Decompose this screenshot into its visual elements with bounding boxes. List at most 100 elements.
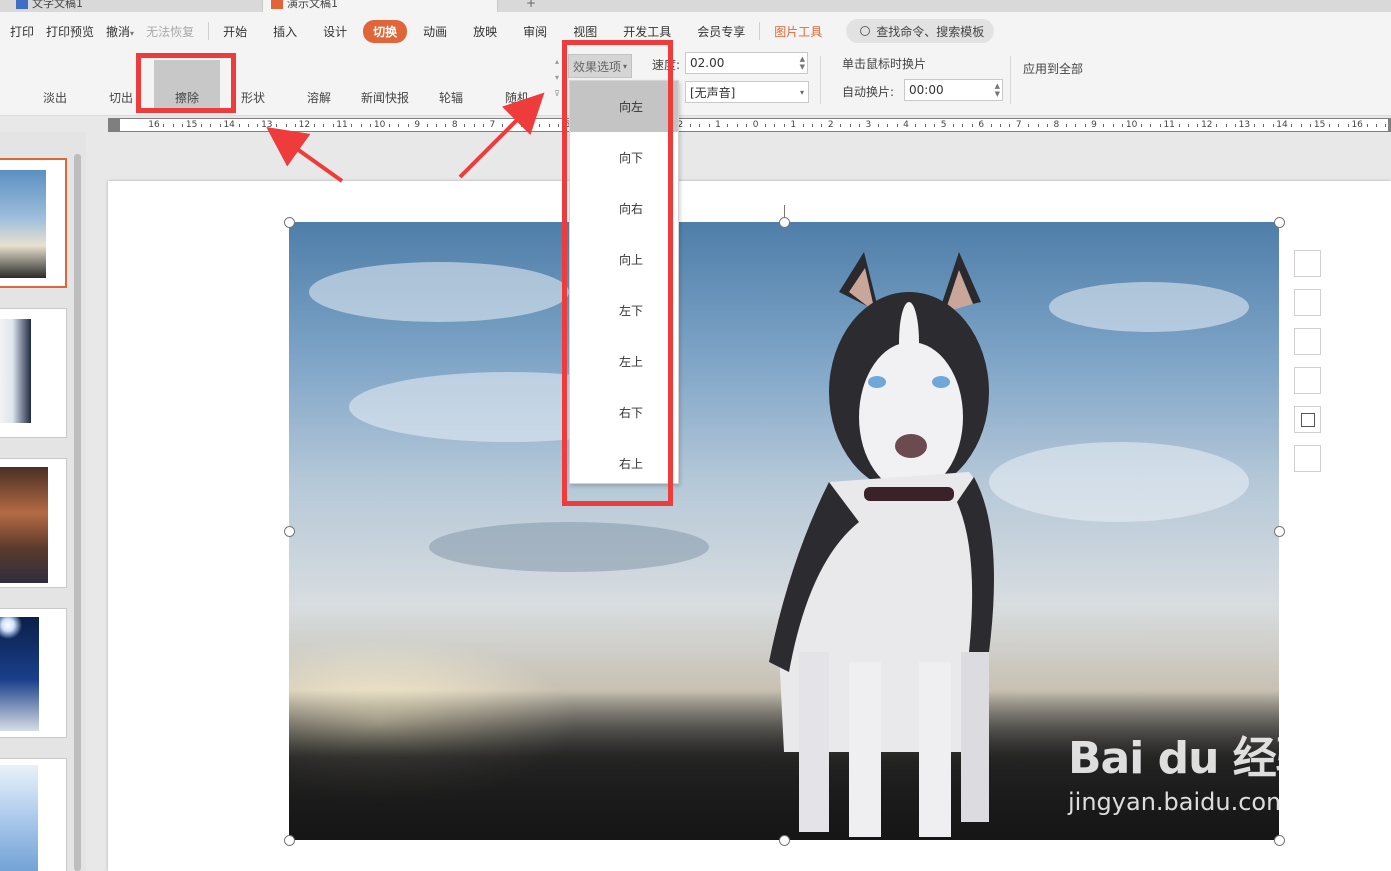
- ruler-tick: [295, 124, 296, 127]
- tab-transition[interactable]: 切换: [363, 19, 408, 43]
- thumbnail-scrollbar[interactable]: [74, 154, 81, 871]
- tab-developer[interactable]: 开发工具: [617, 23, 677, 40]
- effect-fade[interactable]: 淡出: [22, 60, 88, 112]
- ruler-tick: [219, 124, 221, 127]
- float-tool-button[interactable]: [1294, 445, 1321, 472]
- ruler-tick: [1188, 124, 1189, 127]
- spinner-icon[interactable]: ▲ ▼: [995, 82, 1000, 98]
- resize-handle[interactable]: [779, 217, 790, 228]
- ruler-tick: [859, 124, 860, 127]
- slide-thumbnail[interactable]: [0, 608, 67, 738]
- auto-advance-input[interactable]: 00:00 ▲ ▼: [904, 79, 1003, 101]
- effect-dissolve[interactable]: 溶解: [286, 60, 352, 112]
- ruler-tick: [1009, 124, 1011, 127]
- image-convert-button[interactable]: [1294, 406, 1321, 433]
- effect-random[interactable]: 随机: [484, 60, 550, 112]
- float-tool-button[interactable]: [1294, 289, 1321, 316]
- tab-animation[interactable]: 动画: [417, 23, 453, 40]
- tab-review[interactable]: 审阅: [517, 23, 553, 40]
- resize-handle[interactable]: [284, 526, 295, 537]
- command-search[interactable]: 查找命令、搜索模板: [846, 19, 995, 43]
- ruler-tick: [877, 124, 879, 127]
- ruler-number: 14: [1276, 120, 1288, 130]
- float-tool-button[interactable]: [1294, 367, 1321, 394]
- float-tool-button[interactable]: [1294, 328, 1321, 355]
- effect-wheel[interactable]: 轮辐: [418, 60, 484, 112]
- ruler-number: 3: [865, 120, 872, 130]
- cloud-shape: [429, 522, 709, 572]
- slide-thumbnail[interactable]: [0, 758, 67, 871]
- document-tab-label: 文字文稿1: [32, 0, 83, 10]
- ruler-number: 13: [1238, 120, 1251, 130]
- ruler-tick: [1300, 124, 1302, 127]
- ruler-tick: [313, 124, 315, 127]
- undo-label: 撤消: [106, 24, 131, 39]
- tab-design[interactable]: 设计: [317, 23, 353, 40]
- resize-handle[interactable]: [1274, 835, 1285, 846]
- resize-handle[interactable]: [779, 835, 790, 846]
- ruler-number: 6: [527, 120, 533, 130]
- tab-view[interactable]: 视图: [567, 23, 603, 40]
- sound-select[interactable]: [无声音] ▾: [685, 81, 809, 103]
- tab-slideshow[interactable]: 放映: [467, 23, 503, 40]
- ruler-number: 7: [1015, 120, 1022, 130]
- ruler-tick: [257, 124, 259, 127]
- ruler-tick: [370, 124, 372, 127]
- resize-handle[interactable]: [284, 835, 295, 846]
- float-tool-button[interactable]: [1294, 250, 1321, 277]
- ruler-tick: [332, 124, 334, 127]
- watermark-url: jingyan.baidu.com: [1068, 788, 1290, 816]
- spinner-icon[interactable]: ▲ ▼: [800, 55, 805, 71]
- speed-input[interactable]: 02.00 ▲ ▼: [685, 52, 808, 74]
- slide-thumbnail[interactable]: [0, 158, 67, 288]
- ruler-tick: [1150, 124, 1152, 127]
- ruler-number: 1: [790, 120, 797, 130]
- tab-start[interactable]: 开始: [217, 23, 253, 40]
- on-click-advance-checkbox[interactable]: 单击鼠标时换片: [842, 55, 926, 72]
- slide-thumbnail-panel: [0, 132, 86, 871]
- ruler-tick: [736, 124, 738, 127]
- ruler-tick: [360, 124, 362, 127]
- ruler-tick: [1141, 124, 1142, 127]
- redo-button[interactable]: 无法恢复: [140, 23, 200, 40]
- tab-insert[interactable]: 插入: [267, 23, 303, 40]
- print-preview-button[interactable]: 打印预览: [40, 23, 100, 40]
- document-tab-writer[interactable]: 文字文稿1: [8, 0, 91, 12]
- thumbnail-image: [0, 467, 48, 583]
- ruler-tick: [1103, 124, 1105, 127]
- ruler-tick: [238, 124, 240, 127]
- slide-thumbnail[interactable]: [0, 458, 67, 588]
- thumbnail-image: [0, 617, 39, 731]
- new-tab-button[interactable]: +: [526, 0, 536, 10]
- ruler-tick: [1253, 124, 1255, 127]
- ruler-tick: [1178, 124, 1180, 127]
- slide-thumbnail[interactable]: [0, 308, 67, 438]
- print-button[interactable]: 打印: [4, 23, 40, 40]
- ruler-tick: [746, 124, 748, 127]
- annotation-box-wipe: [136, 53, 236, 113]
- ruler-tick: [812, 124, 813, 127]
- ruler-tick: [971, 124, 973, 127]
- tab-picture-tools[interactable]: 图片工具: [768, 23, 828, 40]
- undo-button[interactable]: 撤消▾: [100, 23, 140, 40]
- ruler-tick: [1084, 124, 1086, 127]
- document-tab-presentation[interactable]: 演示文稿1: [262, 0, 498, 12]
- apply-to-all-button[interactable]: 应用到全部: [1023, 60, 1083, 77]
- sound-value: [无声音]: [690, 85, 736, 100]
- ruler-tick: [774, 124, 776, 127]
- effect-label: 形状: [240, 91, 265, 105]
- menu-divider: [759, 22, 761, 40]
- tab-membership[interactable]: 会员专享: [691, 23, 751, 40]
- resize-handle[interactable]: [1274, 217, 1285, 228]
- effect-newsflash[interactable]: 新闻快报: [352, 60, 418, 112]
- ruler-tick: [1366, 124, 1368, 127]
- ruler-number: 8: [451, 120, 458, 130]
- watermark-logo: Bai du 经验: [1068, 733, 1320, 784]
- arrow-to-wipe: [266, 127, 344, 183]
- ruler-tick: [1291, 124, 1293, 127]
- ruler-tick: [407, 124, 409, 127]
- resize-handle[interactable]: [1274, 526, 1285, 537]
- husky-dog: [769, 252, 994, 837]
- ruler-tick: [802, 124, 804, 127]
- resize-handle[interactable]: [284, 217, 295, 228]
